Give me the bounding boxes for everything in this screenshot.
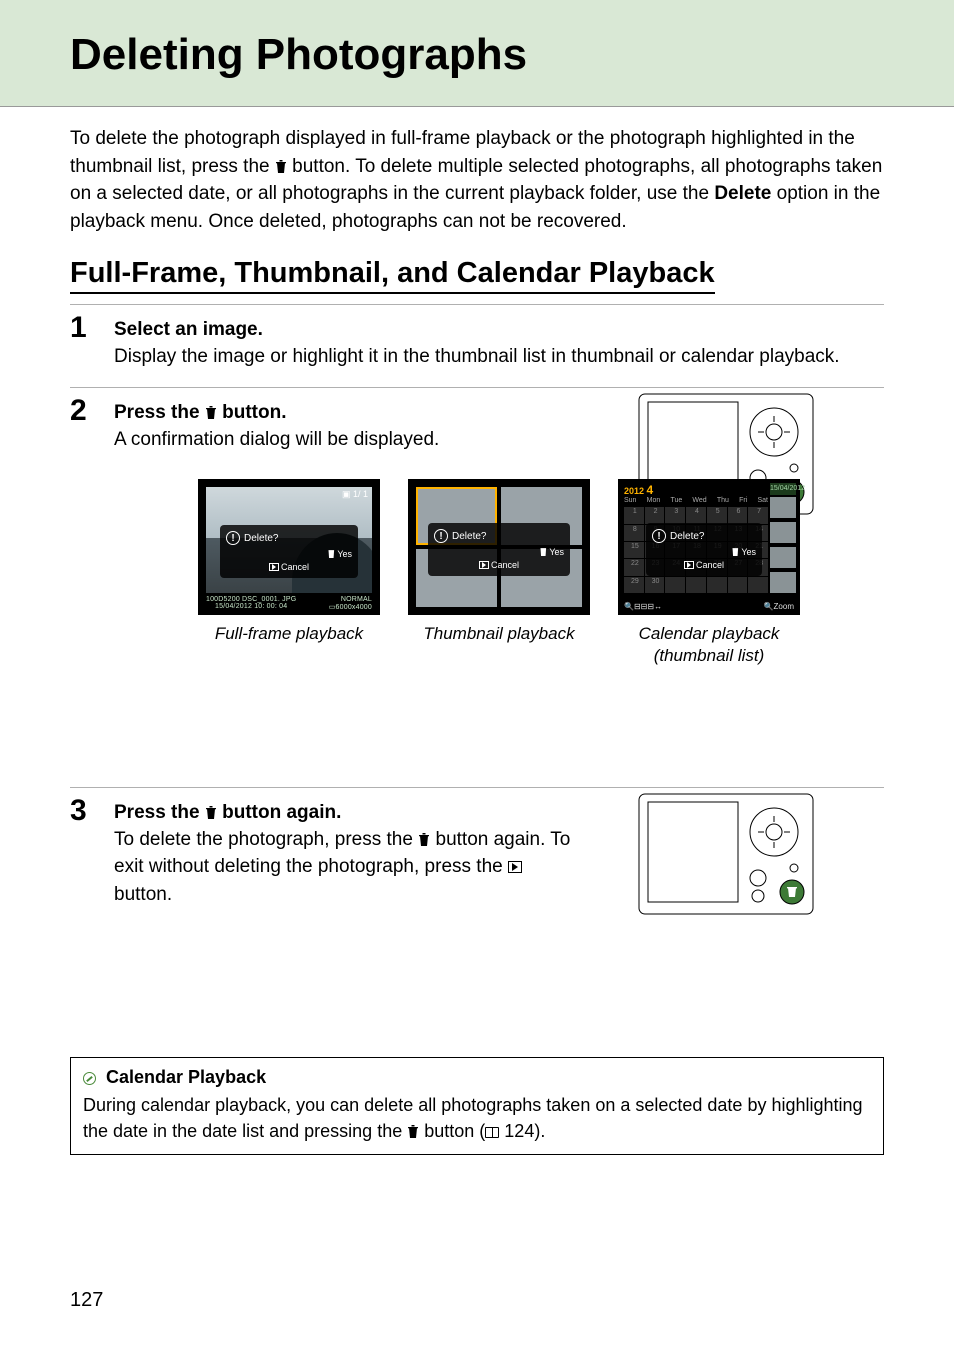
note-text: During calendar playback, you can delete… [83, 1092, 871, 1144]
playback-icon [269, 563, 279, 571]
trash-icon [731, 547, 739, 556]
dialog-cancel: Cancel [281, 562, 309, 572]
lcd-fullframe-item: ▣ 1/ 1 ! Delete? Yes Cancel 100D5200 DSC_… [198, 479, 380, 667]
trash-icon [275, 155, 287, 169]
intro-text-bold: Delete [714, 183, 771, 204]
lcd-fullframe-badge: ▣ 1/ 1 [342, 489, 368, 500]
lcd-thumb-item: ! Delete? Yes Cancel Thumbnail playback [408, 479, 590, 667]
section-heading-text: Full-Frame, Thumbnail, and Calendar Play… [70, 257, 715, 294]
step-1-number: 1 [70, 311, 106, 345]
camera-back-illustration [638, 788, 814, 920]
trash-icon [407, 1120, 419, 1134]
cal-footer: 🔍⊟⊟⊟↔ 🔍Zoom [624, 602, 794, 611]
step-1-head: Select an image. [114, 319, 884, 341]
lcd-examples-row: ▣ 1/ 1 ! Delete? Yes Cancel 100D5200 DSC_… [70, 453, 884, 673]
step-2-head-post: button. [222, 402, 286, 423]
trash-icon [418, 828, 430, 842]
trash-icon [539, 547, 547, 556]
lcd-thumb: ! Delete? Yes Cancel [408, 479, 590, 615]
step-1-text: Display the image or highlight it in the… [114, 343, 884, 371]
dialog-yes: Yes [741, 547, 756, 557]
step-3-number: 3 [70, 794, 106, 828]
note-text-ref: 124). [499, 1121, 545, 1141]
step-3-text-pre: To delete the photograph, press the [114, 829, 418, 850]
lcd-fullframe-caption: Full-frame playback [198, 623, 380, 645]
playback-icon [684, 561, 694, 569]
lcd-delete-dialog: ! Delete? Yes Cancel [220, 525, 358, 578]
playback-icon [508, 861, 522, 873]
dialog-cancel: Cancel [491, 560, 519, 570]
intro-paragraph: To delete the photograph displayed in fu… [0, 107, 954, 239]
dialog-yes: Yes [549, 547, 564, 557]
lcd-fullframe: ▣ 1/ 1 ! Delete? Yes Cancel 100D5200 DSC_… [198, 479, 380, 615]
note-calendar-playback: Calendar Playback During calendar playba… [70, 1057, 884, 1155]
page-title: Deleting Photographs [70, 30, 884, 80]
lcd-cal: 2012 4 15/04/2012 SunMonTueWedThuFriSat … [618, 479, 800, 615]
section-heading: Full-Frame, Thumbnail, and Calendar Play… [0, 239, 954, 294]
step-3: 3 Press the button again. To delete the … [70, 787, 884, 937]
step-2: 2 Press the button. A confirmation dialo… [70, 387, 884, 787]
dialog-yes: Yes [337, 549, 352, 559]
playback-icon [479, 561, 489, 569]
step-3-head-pre: Press the [114, 802, 205, 823]
cal-thumbs [770, 497, 796, 593]
warning-icon: ! [434, 529, 448, 543]
step-2-number: 2 [70, 394, 106, 428]
lcd-delete-dialog: ! Delete? Yes Cancel [646, 523, 762, 576]
step-3-head: Press the button again. [114, 802, 574, 824]
dialog-delete-text: Delete? [670, 531, 704, 542]
dialog-cancel: Cancel [696, 560, 724, 570]
lcd-fullframe-footer: 100D5200 DSC_0001. JPG15/04/2012 10: 00:… [206, 596, 372, 611]
dialog-delete-text: Delete? [452, 531, 486, 542]
trash-icon [205, 804, 217, 818]
step-3-head-post: button again. [222, 802, 341, 823]
steps-list: 1 Select an image. Display the image or … [0, 294, 954, 937]
note-head-text: Calendar Playback [106, 1067, 266, 1087]
warning-icon: ! [652, 529, 666, 543]
cal-corner-date: 15/04/2012 [770, 483, 796, 495]
lcd-cal-item: 2012 4 15/04/2012 SunMonTueWedThuFriSat … [618, 479, 800, 667]
step-3-text-post: button. [114, 884, 172, 905]
trash-icon [205, 404, 217, 418]
warning-icon: ! [226, 531, 240, 545]
step-2-head-pre: Press the [114, 402, 205, 423]
page-title-banner: Deleting Photographs [0, 0, 954, 107]
step-1: 1 Select an image. Display the image or … [70, 304, 884, 387]
pencil-icon [83, 1072, 96, 1085]
lcd-thumb-caption: Thumbnail playback [408, 623, 590, 645]
lcd-cal-caption: Calendar playback(thumbnail list) [618, 623, 800, 667]
page-number: 127 [70, 1289, 103, 1312]
cal-month: 4 [647, 483, 654, 497]
note-text-mid: button ( [424, 1121, 485, 1141]
cal-days-of-week: SunMonTueWedThuFriSat [624, 497, 768, 504]
step-3-text: To delete the photograph, press the butt… [114, 826, 574, 909]
book-icon [485, 1127, 499, 1138]
dialog-delete-text: Delete? [244, 533, 278, 544]
trash-icon [327, 549, 335, 558]
cal-year: 2012 [624, 486, 644, 496]
lcd-delete-dialog: ! Delete? Yes Cancel [428, 523, 570, 576]
